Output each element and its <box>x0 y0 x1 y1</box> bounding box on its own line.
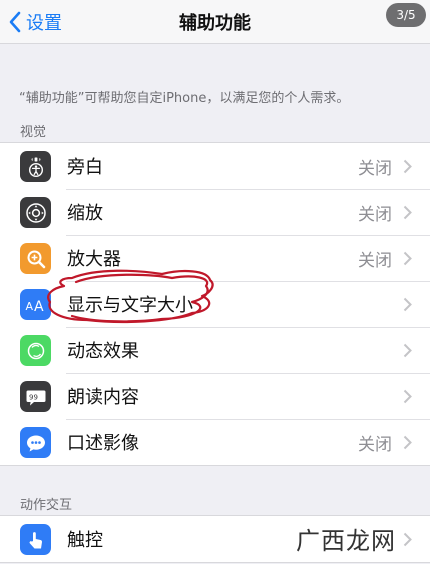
row-spoken-content[interactable]: 99 朗读内容 <box>0 373 430 419</box>
svg-text:A: A <box>25 300 33 313</box>
row-voiceover[interactable]: 旁白 关闭 <box>0 143 430 189</box>
audio-description-icon <box>20 427 51 458</box>
chevron-right-icon <box>403 251 412 265</box>
row-label: 触控 <box>67 530 103 551</box>
chevron-right-icon <box>403 297 412 311</box>
description-text: “辅助功能”可帮助您自定iPhone，以满足您的个人需求。 <box>19 91 350 106</box>
chevron-right-icon <box>403 343 412 357</box>
motion-icon <box>20 335 51 366</box>
row-label: 朗读内容 <box>67 387 139 408</box>
row-motion[interactable]: 动态效果 <box>0 327 430 373</box>
row-value: 关闭 <box>358 204 392 225</box>
chevron-right-icon <box>403 205 412 219</box>
row-display-text-size[interactable]: A A 显示与文字大小 <box>0 281 430 327</box>
row-label: 旁白 <box>67 157 103 178</box>
svg-text:99: 99 <box>29 393 38 401</box>
vision-group: 旁白 关闭 缩放 关闭 放大器 关闭 A A 显示与文字大小 动态效果 99 朗… <box>0 142 430 466</box>
zoom-icon <box>20 197 51 228</box>
spoken-content-icon: 99 <box>20 381 51 412</box>
svg-text:A: A <box>34 299 44 315</box>
row-label: 口述影像 <box>67 433 139 454</box>
section-header-vision: 视觉 <box>20 125 47 140</box>
row-label: 缩放 <box>67 203 103 224</box>
row-zoom[interactable]: 缩放 关闭 <box>0 189 430 235</box>
row-magnifier[interactable]: 放大器 关闭 <box>0 235 430 281</box>
row-label: 动态效果 <box>67 341 139 362</box>
row-label: 放大器 <box>67 249 121 270</box>
section-header-interaction: 动作交互 <box>20 498 73 513</box>
voiceover-icon <box>20 151 51 182</box>
image-counter-badge: 3/5 <box>386 3 426 27</box>
magnifier-icon <box>20 243 51 274</box>
touch-icon <box>20 524 51 555</box>
row-value: 关闭 <box>358 250 392 271</box>
row-label: 显示与文字大小 <box>67 295 193 316</box>
chevron-right-icon <box>403 389 412 403</box>
chevron-right-icon <box>403 532 412 546</box>
page-title: 辅助功能 <box>179 13 251 34</box>
row-audio-descriptions[interactable]: 口述影像 关闭 <box>0 419 430 465</box>
row-value: 关闭 <box>358 434 392 455</box>
navigation-bar: 设置 辅助功能 3/5 <box>0 0 430 44</box>
chevron-right-icon <box>403 159 412 173</box>
row-value: 关闭 <box>358 158 392 179</box>
watermark-text: 广西龙网 <box>296 527 396 555</box>
text-size-icon: A A <box>20 289 51 320</box>
chevron-right-icon <box>403 435 412 449</box>
